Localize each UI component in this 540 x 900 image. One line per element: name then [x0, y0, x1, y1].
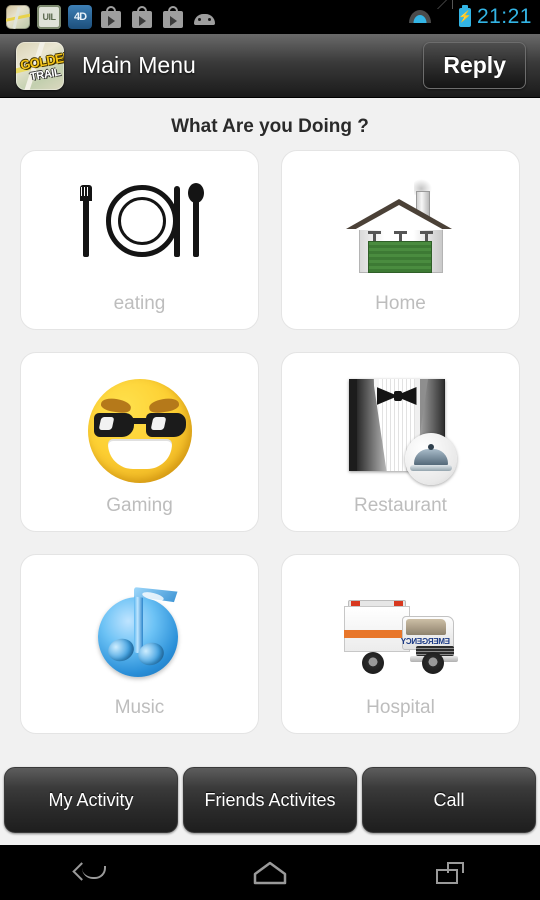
phone-screen: UIL 4D ⚡ 21:21 GOLDEN TRAIL Main Menu Re…: [0, 0, 540, 900]
battery-bolt-icon: ⚡: [458, 10, 472, 23]
sunglasses-smiley-icon: [21, 367, 258, 495]
signal-icon: [436, 0, 453, 25]
nav-back-button[interactable]: [30, 845, 150, 900]
bottom-button-bar: My Activity Friends Activites Call: [0, 755, 540, 845]
action-bar: GOLDEN TRAIL Main Menu Reply: [0, 34, 540, 98]
main-content: What Are you Doing ? eating Home Gaming …: [0, 98, 540, 755]
home-icon: [253, 860, 287, 886]
activity-card-label: Home: [375, 293, 426, 314]
android-navigation-bar: [0, 845, 540, 900]
activity-card-music[interactable]: Music: [20, 554, 259, 734]
reply-button[interactable]: Reply: [423, 42, 526, 89]
nav-recents-button[interactable]: [390, 845, 510, 900]
question-heading: What Are you Doing ?: [171, 116, 369, 137]
4d-icon: 4D: [68, 5, 92, 29]
my-activity-button[interactable]: My Activity: [4, 767, 178, 833]
music-note-icon: [21, 569, 258, 697]
status-indicators: ⚡ 21:21: [408, 0, 532, 34]
ambulance-icon: EMERGENCY: [282, 569, 519, 697]
activity-card-hospital[interactable]: EMERGENCY Hospital: [281, 554, 520, 734]
activity-card-label: eating: [113, 293, 166, 314]
uil-icon-label: UIL: [42, 12, 57, 22]
call-button[interactable]: Call: [362, 767, 536, 833]
android-icon: [192, 5, 216, 29]
4d-icon-label: 4D: [73, 11, 87, 23]
activity-card-gaming[interactable]: Gaming: [20, 352, 259, 532]
nav-home-button[interactable]: [210, 845, 330, 900]
uil-icon: UIL: [37, 5, 61, 29]
play-store-icon: [161, 5, 185, 29]
play-store-icon: [99, 5, 123, 29]
friends-activities-button[interactable]: Friends Activites: [183, 767, 357, 833]
activity-card-label: Hospital: [366, 697, 435, 718]
back-icon: [74, 862, 106, 884]
golden-trail-icon: [6, 5, 30, 29]
status-clock: 21:21: [476, 5, 532, 28]
notification-icons: UIL 4D: [6, 5, 216, 29]
golden-trail-app-icon[interactable]: GOLDEN TRAIL: [16, 41, 64, 90]
status-bar: UIL 4D ⚡ 21:21: [0, 0, 540, 34]
wifi-icon: [408, 9, 431, 25]
activity-card-label: Restaurant: [354, 495, 447, 516]
activity-card-home[interactable]: Home: [281, 150, 520, 330]
play-store-icon: [130, 5, 154, 29]
activity-card-label: Gaming: [106, 495, 173, 516]
page-title: Main Menu: [82, 52, 196, 78]
activity-card-restaurant[interactable]: Restaurant: [281, 352, 520, 532]
tuxedo-cloche-icon: [282, 367, 519, 495]
activity-grid: eating Home Gaming Restaurant Music EMER…: [20, 150, 520, 734]
activity-card-eating[interactable]: eating: [20, 150, 259, 330]
dinner-place-setting-icon: [21, 165, 258, 293]
battery-charging-icon: ⚡: [458, 4, 472, 27]
recents-icon: [436, 861, 464, 884]
house-icon: [282, 165, 519, 293]
activity-card-label: Music: [114, 697, 165, 718]
